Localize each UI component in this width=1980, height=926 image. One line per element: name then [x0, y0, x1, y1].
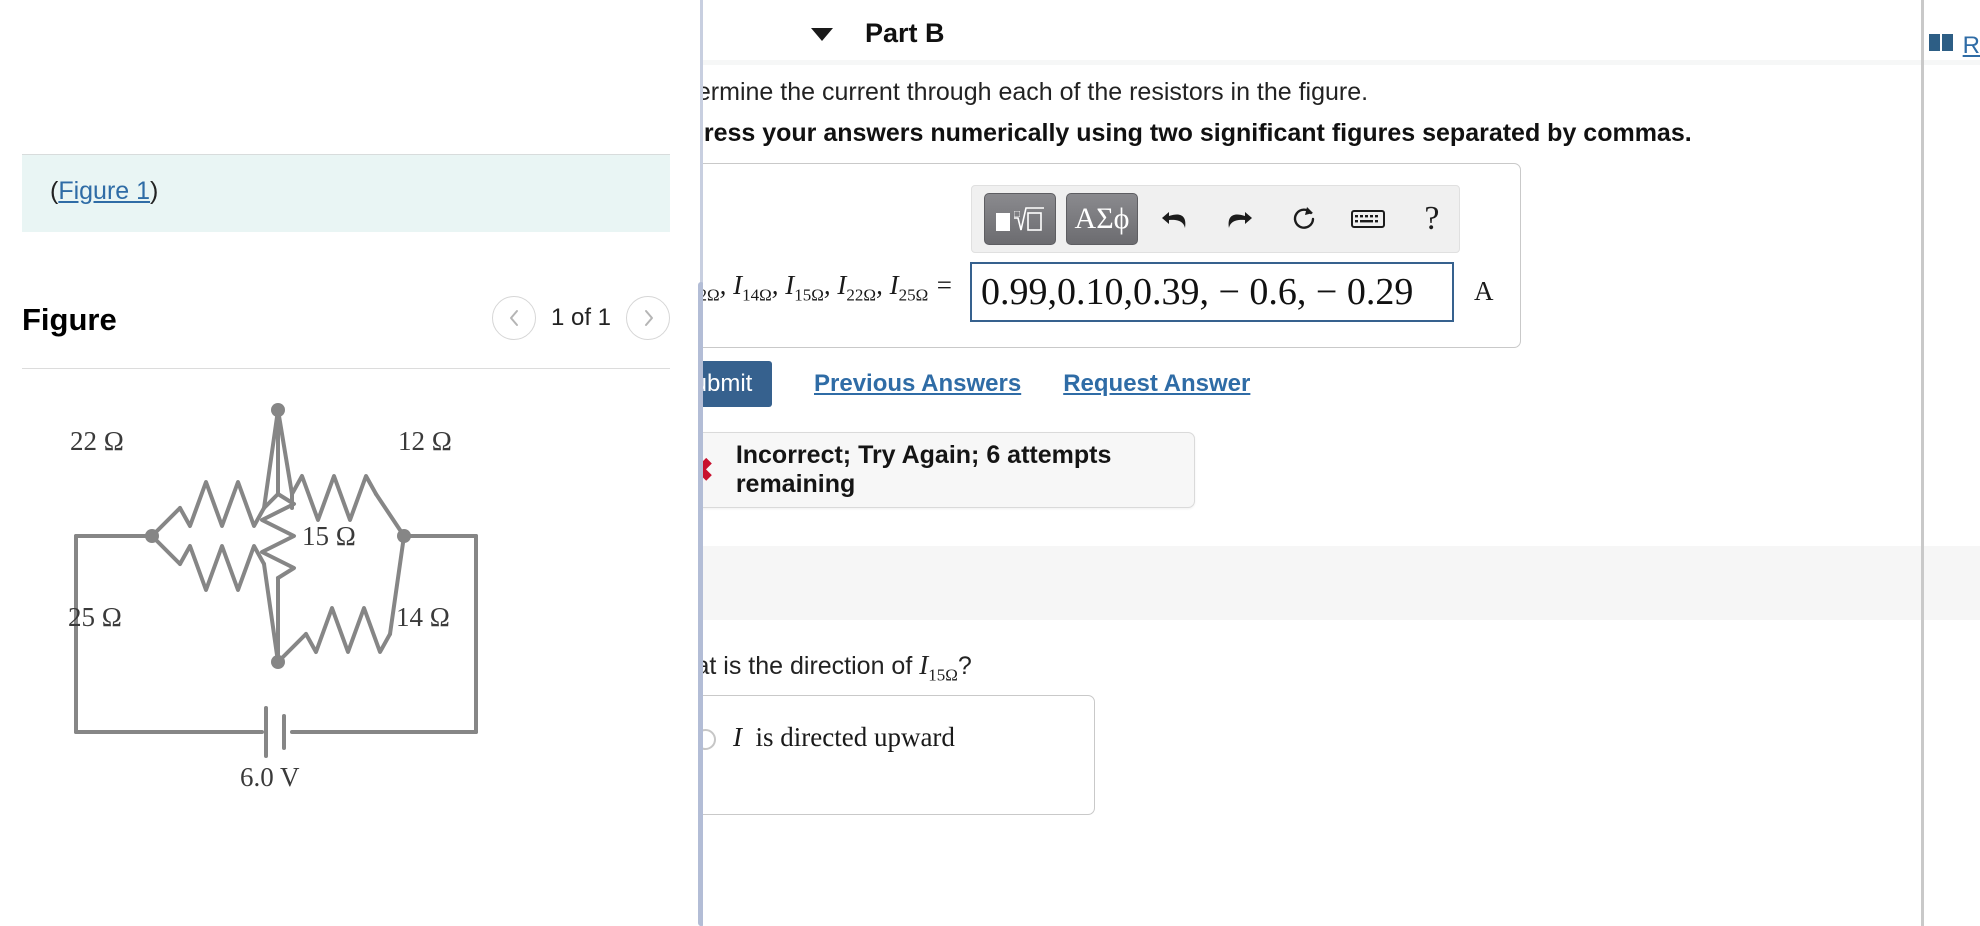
- part-b-question-variable: I15Ω: [919, 650, 958, 685]
- answer-input[interactable]: 0.99,0.10,0.39, − 0.6, − 0.29: [970, 262, 1454, 322]
- figure-ref-suffix: ): [150, 177, 159, 205]
- part-b-question-suffix: ?: [957, 652, 972, 680]
- chevron-right-icon[interactable]: [626, 296, 670, 340]
- review-link[interactable]: R: [1928, 32, 1980, 60]
- figure-reference-callout: (Figure 1): [22, 154, 670, 232]
- node-bottom: [271, 655, 285, 669]
- part-b-header[interactable]: [703, 546, 1980, 620]
- figure-1-link[interactable]: Figure 1: [58, 177, 150, 205]
- part-b-question-prefix: What is the direction of: [703, 652, 913, 680]
- figure-panel: (Figure 1) Figure 1 of 1 22 Ω 12 Ω 15 Ω …: [0, 0, 700, 926]
- greek-symbols-glyph: ΑΣϕ: [1074, 202, 1130, 235]
- part-b-question: What is the direction of I15Ω?: [703, 650, 972, 685]
- answer-entry-box: □ ΑΣϕ ? Ω, I14Ω, I15Ω, I22Ω, I25Ω = 0.99…: [703, 163, 1521, 348]
- problem-content: R Determine the current through each of …: [703, 0, 1980, 926]
- problem-panel: R Determine the current through each of …: [703, 0, 1980, 926]
- resistor-label-25: 25 Ω: [68, 602, 122, 632]
- resistor-label-15: 15 Ω: [302, 521, 356, 551]
- figure-reference-text: (Figure 1): [50, 177, 158, 206]
- prompt-line-2: Express your answers numerically using t…: [703, 119, 1692, 147]
- figure-title: Figure: [22, 302, 117, 337]
- undo-button[interactable]: [1148, 193, 1202, 245]
- help-glyph: ?: [1424, 200, 1440, 237]
- keyboard-icon[interactable]: [1341, 193, 1395, 245]
- answer-unit-label: A: [1474, 276, 1494, 306]
- reset-button[interactable]: [1276, 193, 1330, 245]
- prompt-line-1: Determine the current through each of th…: [703, 78, 1369, 106]
- right-panel-scrollbar[interactable]: [1921, 0, 1924, 926]
- node-top: [271, 403, 285, 417]
- part-b-radio-option[interactable]: [703, 729, 716, 750]
- redo-button[interactable]: [1212, 193, 1266, 245]
- circuit-diagram: 22 Ω 12 Ω 15 Ω 25 Ω 14 Ω 6.0 V: [40, 380, 650, 800]
- part-b-options-box: I is directed upward: [703, 695, 1095, 815]
- math-template-button[interactable]: □: [984, 193, 1056, 245]
- previous-answers-link[interactable]: Previous Answers: [814, 370, 1021, 398]
- figure-header: Figure 1 of 1: [22, 290, 670, 368]
- feedback-banner: ✖ Incorrect; Try Again; 6 attempts remai…: [703, 432, 1195, 508]
- greek-symbols-button[interactable]: ΑΣϕ: [1066, 193, 1138, 245]
- figure-pager: 1 of 1: [492, 296, 670, 340]
- request-answer-link[interactable]: Request Answer: [1063, 370, 1250, 398]
- help-button[interactable]: ?: [1405, 193, 1459, 245]
- caret-down-icon[interactable]: [811, 28, 833, 41]
- submit-button[interactable]: Submit: [703, 361, 772, 407]
- error-x-icon: ✖: [703, 454, 714, 486]
- answer-variable-label: I12Ω, I14Ω, I15Ω, I22Ω, I25Ω =: [703, 270, 954, 305]
- node-left: [145, 529, 159, 543]
- page-root: (Figure 1) Figure 1 of 1 22 Ω 12 Ω 15 Ω …: [0, 0, 1980, 926]
- header-rule: [703, 60, 1980, 65]
- chevron-left-icon[interactable]: [492, 296, 536, 340]
- figure-divider: [22, 368, 670, 369]
- battery-label: 6.0 V: [240, 762, 300, 792]
- review-label[interactable]: R: [1963, 32, 1980, 60]
- part-b-title: Part B: [865, 18, 945, 48]
- submit-row: Submit Previous Answers Request Answer: [703, 361, 1250, 407]
- math-toolbar: □ ΑΣϕ ?: [971, 185, 1460, 253]
- resistor-label-12: 12 Ω: [398, 426, 452, 456]
- book-icon: [1928, 32, 1954, 60]
- node-right: [397, 529, 411, 543]
- feedback-text: Incorrect; Try Again; 6 attempts remaini…: [735, 441, 1112, 498]
- figure-pager-label: 1 of 1: [550, 304, 612, 331]
- resistor-label-14: 14 Ω: [396, 602, 450, 632]
- part-b-option-label: I is directed upward: [733, 722, 955, 752]
- resistor-label-22: 22 Ω: [70, 426, 124, 456]
